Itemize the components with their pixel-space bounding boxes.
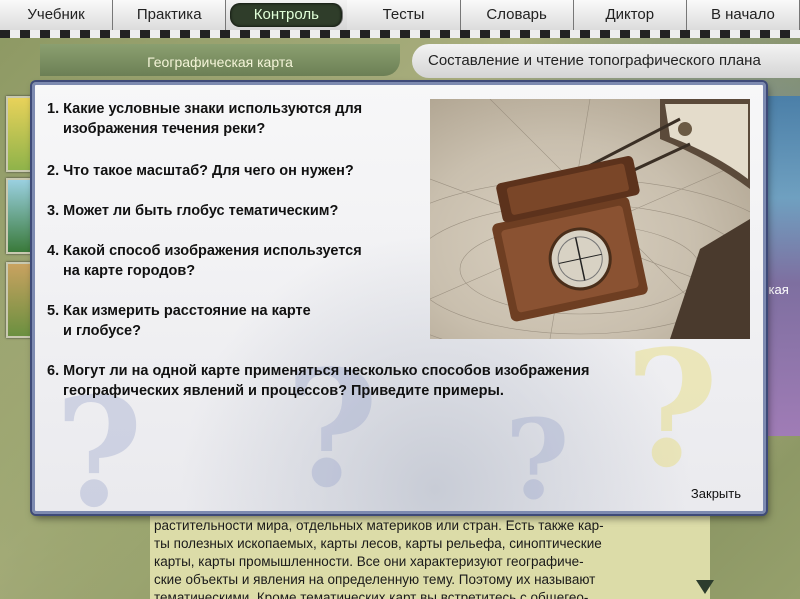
ruler-strip [0,30,800,38]
menu-item-dictionary[interactable]: Словарь [460,0,574,30]
menu-item-tests[interactable]: Тесты [347,0,461,30]
textbook-panel: растительности мира, отдельных материков… [150,515,710,599]
question-3: 3. Может ли быть глобус тематическим? [47,203,339,219]
scroll-down-arrow-icon[interactable] [696,580,714,594]
topic-title: Составление и чтение топографического пл… [428,52,761,69]
question-mark-decoration-icon: ? [505,395,570,514]
menu-item-narrator[interactable]: Диктор [573,0,687,30]
section-title: Географическая карта [147,54,293,70]
textbook-line: карты, карты промышленности. Все они хар… [154,554,584,569]
section-header: Географическая карта [40,44,400,76]
textbook-line: ты полезных ископаемых, карты лесов, кар… [154,536,602,551]
question-1: 1. Какие условные знаки используются для… [47,101,363,137]
textbook-line: ские объекты и явления на определенную т… [154,572,596,587]
questions-dialog: ? ? ? ? 1. Какие условные знаки использу… [32,82,766,514]
question-5: 5. Как измерить расстояние на карте и гл… [47,303,311,339]
textbook-line: тематическими. Кроме тематических карт в… [154,590,589,599]
question-2: 2. Что такое масштаб? Для чего он нужен? [47,163,354,179]
close-button[interactable]: Закрыть [691,486,741,501]
menu-item-practice[interactable]: Практика [113,0,227,30]
question-6: 6. Могут ли на одной карте применяться н… [47,363,590,399]
topic-header: Составление и чтение топографического пл… [412,44,800,78]
top-menu: Учебник Практика Контроль Тесты Словарь … [0,0,800,32]
compass-map-photo [430,99,750,339]
question-4: 4. Какой способ изображения используется… [47,243,362,279]
menu-item-textbook[interactable]: Учебник [0,0,114,30]
menu-item-control[interactable]: Контроль [230,3,344,27]
side-map-label: ская [762,282,789,297]
textbook-line: растительности мира, отдельных материков… [154,518,604,533]
menu-item-home[interactable]: В начало [686,0,800,30]
question-mark-decoration-icon: ? [625,315,719,503]
